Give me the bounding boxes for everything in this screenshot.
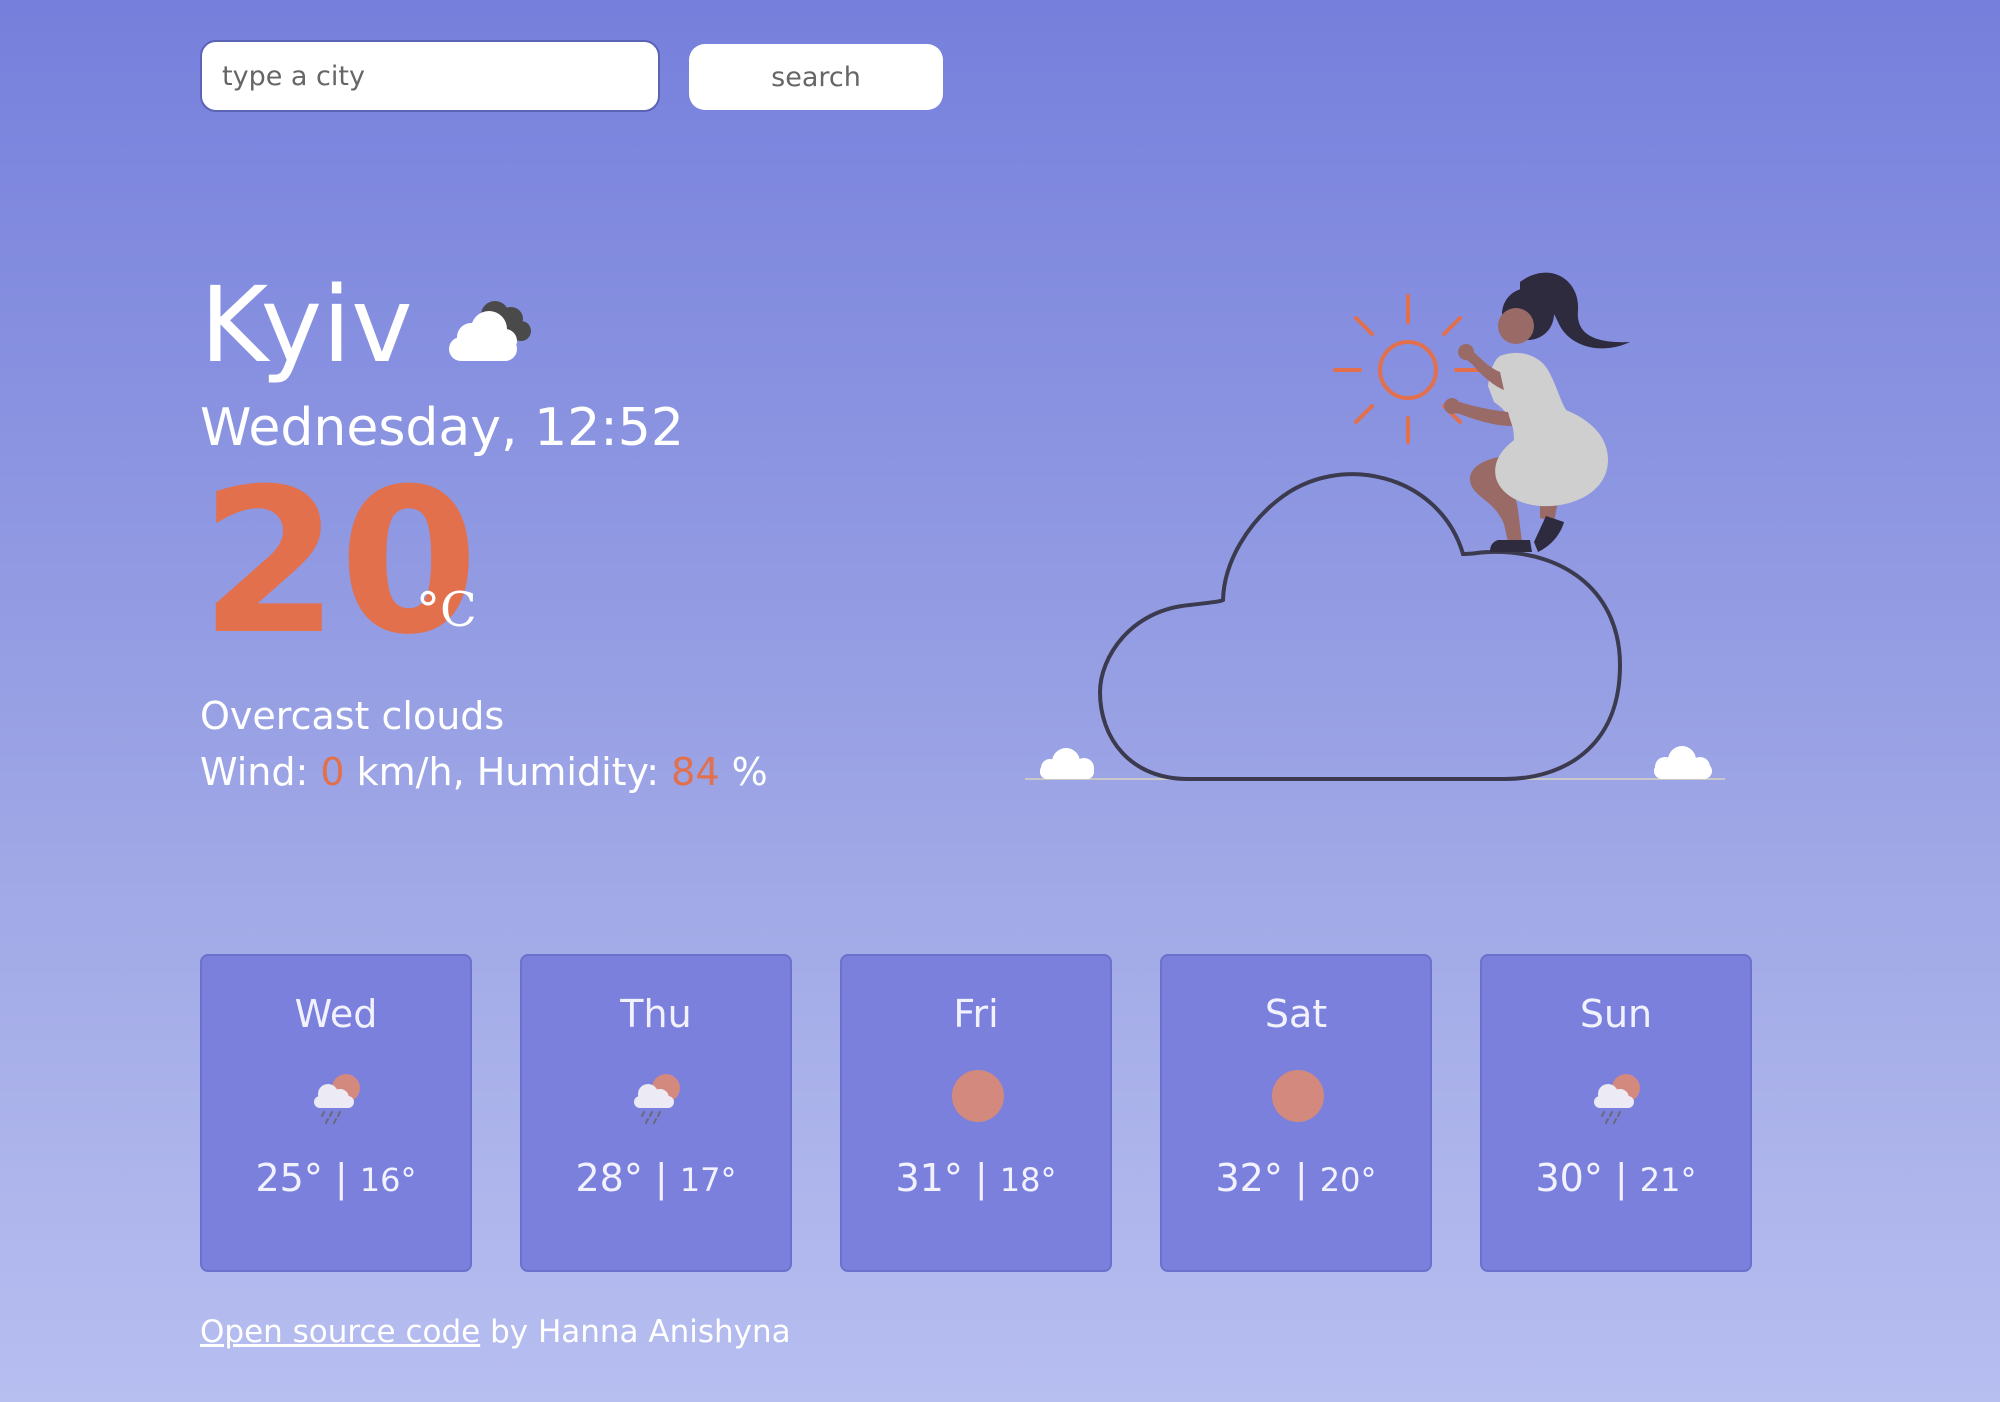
footer-author: by Hanna Anishyna [480,1314,791,1350]
forecast-sep: | [642,1156,680,1200]
city-header: Kyiv [200,260,535,390]
rain-sun-icon [1594,1074,1640,1124]
forecast-day: Sat [1264,992,1328,1036]
forecast-card: Fri 31° | 18° [840,954,1112,1272]
city-name: Kyiv [200,264,413,386]
forecast-max: 30° [1535,1156,1603,1200]
forecast-temps: 31° | 18° [842,1154,1110,1204]
forecast-sep: | [962,1156,1000,1200]
forecast-day: Wed [294,992,378,1036]
forecast-sep: | [1282,1156,1320,1200]
rain-sun-icon [314,1074,360,1124]
forecast-min: 21° [1639,1161,1697,1199]
forecast-temps: 30° | 21° [1482,1154,1750,1204]
forecast-max: 28° [575,1156,643,1200]
forecast-day: Fri [953,992,999,1036]
forecast-max: 25° [255,1156,323,1200]
wind-unit-humidity-label: km/h, Humidity: [344,750,672,794]
open-source-code-link[interactable]: Open source code [200,1314,480,1350]
forecast-card: Sat 32° | 20° [1160,954,1432,1272]
search-form: search [200,40,943,114]
forecast-temps: 28° | 17° [522,1154,790,1204]
small-cloud-left [1040,748,1094,779]
forecast-min: 20° [1319,1161,1377,1199]
sun-icon [952,1070,1004,1122]
forecast-min: 16° [359,1161,417,1199]
humidity-unit: % [719,750,768,794]
forecast-max: 32° [1215,1156,1283,1200]
rain-sun-icon [634,1074,680,1124]
woman-on-cloud-illustration [1025,272,1725,781]
forecast-temps: 25° | 16° [202,1154,470,1204]
forecast-sep: | [322,1156,360,1200]
forecast-card: Sun 30° | 21° [1480,954,1752,1272]
forecast-min: 17° [679,1161,737,1199]
forecast-max: 31° [895,1156,963,1200]
sun-icon [1272,1070,1324,1122]
forecast-sep: | [1602,1156,1640,1200]
overcast-clouds-icon [448,301,531,361]
temperature-unit: °C [416,582,477,638]
humidity-value: 84 [671,750,720,794]
forecast-min: 18° [999,1161,1057,1199]
weather-description: Overcast clouds [200,694,505,738]
big-cloud [1097,472,1623,781]
sun-drawing [1333,294,1484,444]
city-search-input[interactable] [200,40,660,112]
forecast-temps: 32° | 20° [1162,1154,1430,1204]
search-button[interactable]: search [689,44,943,110]
forecast-list: Wed 25° | 16° Thu 28° | 17° Fri 31° | 18… [200,954,1752,1272]
weather-details: Wind: 0 km/h, Humidity: 84 % [200,748,768,796]
wind-value: 0 [320,750,345,794]
forecast-day: Sun [1579,992,1653,1036]
forecast-card: Wed 25° | 16° [200,954,472,1272]
wind-label: Wind: [200,750,321,794]
small-cloud-right [1654,746,1712,779]
forecast-day: Thu [620,992,692,1036]
woman-figure [1444,272,1630,552]
forecast-card: Thu 28° | 17° [520,954,792,1272]
footer: Open source code by Hanna Anishyna [200,1310,791,1354]
